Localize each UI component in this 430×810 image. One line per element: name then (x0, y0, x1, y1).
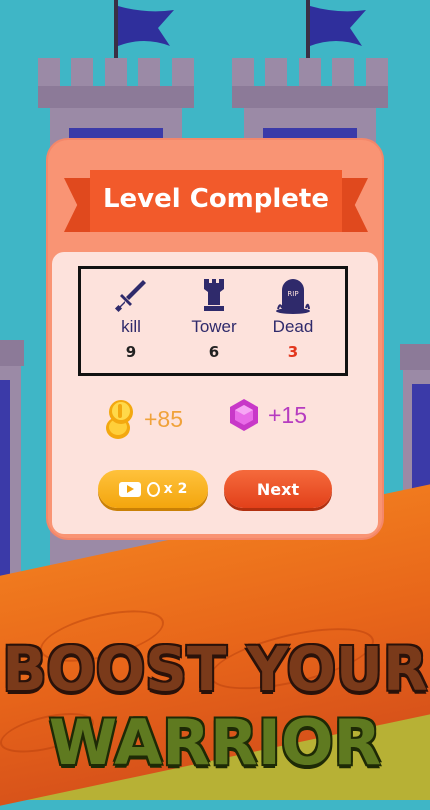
headline-boost-your: BOOST YOUR (2, 633, 428, 705)
stat-kill: kill 9 (91, 277, 171, 361)
coin-stack-icon (106, 400, 133, 439)
tower-icon (204, 279, 224, 311)
gem-reward-amount: +15 (268, 401, 308, 428)
next-button[interactable]: Next (224, 470, 332, 508)
video-play-icon (118, 481, 141, 497)
coin-reward-amount: +85 (144, 405, 184, 432)
watch-video-double-button[interactable]: x 2 (98, 470, 208, 508)
stat-dead-value: 3 (287, 343, 299, 361)
gem-reward: +15 (228, 398, 307, 432)
stat-kill-value: 9 (125, 343, 137, 361)
stat-kill-label: kill (121, 317, 141, 336)
stat-tower-label: Tower (191, 317, 237, 336)
double-multiplier-label: x 2 (163, 481, 188, 497)
coin-reward: +85 (104, 398, 183, 440)
flag-right-icon (310, 6, 366, 46)
flag-left-icon (118, 6, 174, 46)
tombstone-icon: RIP (276, 279, 310, 314)
stat-tower: Tower 6 (174, 277, 254, 361)
stat-dead-label: Dead (272, 317, 314, 336)
stat-tower-value: 6 (208, 343, 220, 361)
level-complete-dialog: Level Complete kill 9 Tower 6 RIP Dead 3… (48, 140, 382, 538)
svg-text:RIP: RIP (287, 290, 298, 298)
gem-icon (230, 399, 258, 431)
stat-dead: RIP Dead 3 (253, 277, 333, 361)
headline-warrior: WARRIOR (48, 706, 382, 779)
title-ribbon: Level Complete (64, 170, 368, 232)
coin-outline-icon (146, 481, 160, 497)
stats-box: kill 9 Tower 6 RIP Dead 3 (78, 266, 348, 376)
dialog-title: Level Complete (102, 184, 329, 214)
sword-icon (114, 280, 146, 313)
next-button-label: Next (256, 479, 300, 499)
